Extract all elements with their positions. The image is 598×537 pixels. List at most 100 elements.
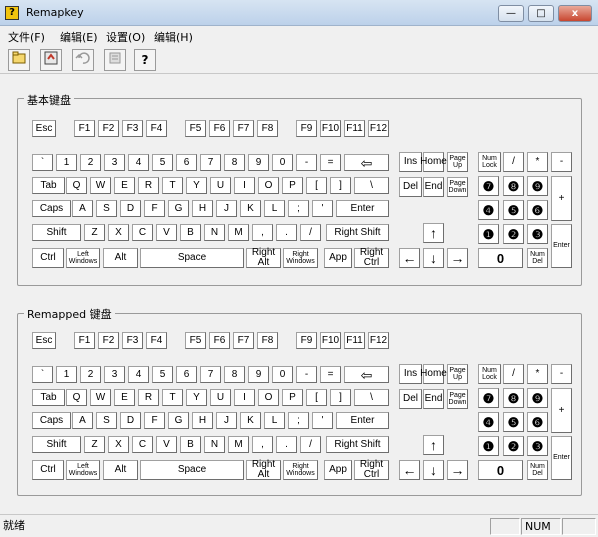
remap-key-nav-top-2[interactable]: Page Up — [447, 364, 468, 384]
remap-key-arrow-left[interactable]: ← — [399, 460, 420, 480]
base-key-f6[interactable]: F6 — [209, 120, 230, 137]
base-key-nav-top-0[interactable]: Ins — [399, 152, 422, 172]
remap-key-f6[interactable]: F6 — [209, 332, 230, 349]
remap-key-f3[interactable]: F3 — [122, 332, 143, 349]
remap-key-r5-3[interactable]: Space — [140, 460, 244, 480]
remap-key-r5-4[interactable]: Right Alt — [246, 460, 281, 480]
base-key-r1-12[interactable]: = — [320, 154, 341, 171]
base-key-r5-6[interactable]: App — [324, 248, 352, 268]
remap-key-r1-8[interactable]: 8 — [224, 366, 245, 383]
remap-key-num-digit-6[interactable]: ❶ — [478, 436, 499, 456]
base-key-r1-11[interactable]: - — [296, 154, 317, 171]
close-button[interactable]: x — [558, 5, 592, 22]
base-key-num-digit-5[interactable]: ❻ — [527, 200, 548, 220]
base-key-r3-7[interactable]: J — [216, 200, 237, 217]
base-key-f9[interactable]: F9 — [296, 120, 317, 137]
base-key-r5-0[interactable]: Ctrl — [32, 248, 64, 268]
base-key-r2-10[interactable]: P — [282, 177, 303, 194]
base-key-r3-6[interactable]: H — [192, 200, 213, 217]
remap-key-r5-6[interactable]: App — [324, 460, 352, 480]
remap-key-r2-8[interactable]: I — [234, 389, 255, 406]
remap-key-nav-top-0[interactable]: Ins — [399, 364, 422, 384]
base-key-r4-5[interactable]: B — [180, 224, 201, 241]
remap-key-r2-2[interactable]: W — [90, 389, 111, 406]
remap-key-r1-1[interactable]: 1 — [56, 366, 77, 383]
remap-key-r2-13[interactable]: \ — [354, 389, 389, 406]
base-key-num-del[interactable]: Num Del — [527, 248, 548, 268]
remap-key-r3-6[interactable]: H — [192, 412, 213, 429]
remap-key-r1-6[interactable]: 6 — [176, 366, 197, 383]
base-key-r1-6[interactable]: 6 — [176, 154, 197, 171]
base-key-f1[interactable]: F1 — [74, 120, 95, 137]
base-key-num-op-0[interactable]: Num Lock — [478, 152, 501, 172]
base-key-r3-2[interactable]: S — [96, 200, 117, 217]
base-key-r2-13[interactable]: \ — [354, 177, 389, 194]
base-key-esc[interactable]: Esc — [32, 120, 56, 137]
remap-key-r5-2[interactable]: Alt — [103, 460, 138, 480]
remap-key-r1-9[interactable]: 9 — [248, 366, 269, 383]
base-key-nav-bottom-0[interactable]: Del — [399, 177, 422, 197]
menu-settings[interactable]: 设置(O) — [106, 29, 145, 45]
remap-key-f10[interactable]: F10 — [320, 332, 341, 349]
base-key-f12[interactable]: F12 — [368, 120, 389, 137]
remap-key-num-enter[interactable]: Enter — [551, 436, 572, 480]
base-key-r2-7[interactable]: U — [210, 177, 231, 194]
base-key-f4[interactable]: F4 — [146, 120, 167, 137]
remap-key-num-zero[interactable]: 0 — [478, 460, 523, 480]
remap-key-r2-1[interactable]: Q — [66, 389, 87, 406]
remap-key-r2-10[interactable]: P — [282, 389, 303, 406]
base-key-r4-3[interactable]: C — [132, 224, 153, 241]
remap-key-r4-0[interactable]: Shift — [32, 436, 81, 453]
properties-icon[interactable] — [104, 49, 126, 71]
undo-icon[interactable] — [72, 49, 94, 71]
base-key-r2-6[interactable]: Y — [186, 177, 207, 194]
base-key-arrow-left[interactable]: ← — [399, 248, 420, 268]
base-key-r4-1[interactable]: Z — [84, 224, 105, 241]
base-key-r2-9[interactable]: O — [258, 177, 279, 194]
remap-key-r2-6[interactable]: Y — [186, 389, 207, 406]
base-key-r4-8[interactable]: , — [252, 224, 273, 241]
base-key-nav-bottom-1[interactable]: End — [423, 177, 444, 197]
base-key-arrow-right[interactable]: → — [447, 248, 468, 268]
base-key-r1-8[interactable]: 8 — [224, 154, 245, 171]
remap-key-num-del[interactable]: Num Del — [527, 460, 548, 480]
base-key-nav-bottom-2[interactable]: Page Down — [447, 177, 468, 197]
base-key-r3-1[interactable]: A — [72, 200, 93, 217]
base-key-f10[interactable]: F10 — [320, 120, 341, 137]
base-key-num-plus[interactable]: + — [551, 176, 572, 221]
base-key-num-op-3[interactable]: - — [551, 152, 572, 172]
base-key-num-op-1[interactable]: / — [503, 152, 524, 172]
base-key-r2-0[interactable]: Tab — [32, 177, 65, 194]
base-key-r2-5[interactable]: T — [162, 177, 183, 194]
remap-key-r5-5[interactable]: Right Windows — [283, 460, 318, 480]
base-key-r5-2[interactable]: Alt — [103, 248, 138, 268]
base-key-num-enter[interactable]: Enter — [551, 224, 572, 268]
remap-key-r2-4[interactable]: R — [138, 389, 159, 406]
base-key-r2-1[interactable]: Q — [66, 177, 87, 194]
base-key-r1-10[interactable]: 0 — [272, 154, 293, 171]
base-key-r2-11[interactable]: [ — [306, 177, 327, 194]
remap-key-num-digit-3[interactable]: ❹ — [478, 412, 499, 432]
base-key-r4-7[interactable]: M — [228, 224, 249, 241]
remap-key-r3-11[interactable]: ' — [312, 412, 333, 429]
remap-key-r2-12[interactable]: ] — [330, 389, 351, 406]
remap-key-r1-12[interactable]: = — [320, 366, 341, 383]
base-key-num-digit-7[interactable]: ❷ — [503, 224, 524, 244]
remap-key-r2-7[interactable]: U — [210, 389, 231, 406]
remap-key-r2-3[interactable]: E — [114, 389, 135, 406]
remap-key-r2-9[interactable]: O — [258, 389, 279, 406]
base-key-r4-10[interactable]: / — [300, 224, 321, 241]
base-key-r5-7[interactable]: Right Ctrl — [354, 248, 389, 268]
remap-key-r1-11[interactable]: - — [296, 366, 317, 383]
remap-key-r2-5[interactable]: T — [162, 389, 183, 406]
remap-key-num-digit-4[interactable]: ❺ — [503, 412, 524, 432]
remap-key-r4-4[interactable]: V — [156, 436, 177, 453]
base-key-num-digit-4[interactable]: ❺ — [503, 200, 524, 220]
remap-key-f2[interactable]: F2 — [98, 332, 119, 349]
remap-key-r4-5[interactable]: B — [180, 436, 201, 453]
remap-key-r3-2[interactable]: S — [96, 412, 117, 429]
remap-key-num-digit-1[interactable]: ❽ — [503, 388, 524, 408]
base-key-r2-2[interactable]: W — [90, 177, 111, 194]
remap-key-r1-4[interactable]: 4 — [128, 366, 149, 383]
base-key-r5-1[interactable]: Left Windows — [66, 248, 100, 268]
